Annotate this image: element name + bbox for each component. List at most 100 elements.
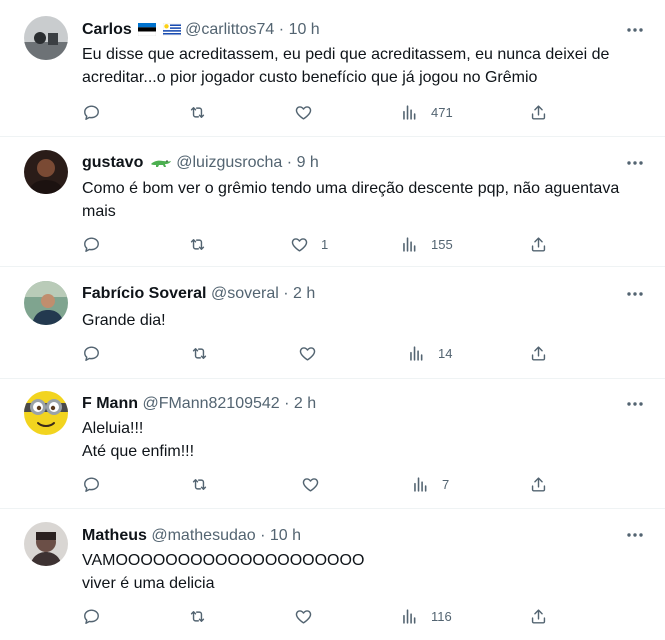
views-button[interactable]: 155 <box>400 234 453 254</box>
heart-icon <box>291 237 308 252</box>
views-chart-icon <box>410 345 423 361</box>
share-icon <box>531 104 546 120</box>
views-button[interactable]: 471 <box>400 102 453 122</box>
timestamp[interactable]: 2 h <box>293 285 315 302</box>
tweet[interactable]: Carlos @carlittos74 · 10 h Eu disse que … <box>0 0 665 137</box>
tweet-text-line: Aleluia!!! <box>82 420 144 437</box>
author-name[interactable]: F Mann <box>82 395 138 412</box>
avatar[interactable] <box>24 16 68 60</box>
retweet-button[interactable] <box>188 606 219 626</box>
author-handle[interactable]: @luizgusrocha <box>176 154 282 171</box>
tweet[interactable]: Matheus @mathesudao · 10 h VAMOOOOOOOOOO… <box>0 508 665 640</box>
avatar[interactable] <box>24 391 68 435</box>
reply-button[interactable] <box>82 606 113 626</box>
tweet-text: Aleluia!!! Até que enfim!!! <box>82 417 645 463</box>
timestamp[interactable]: 10 h <box>289 21 320 38</box>
tweet-actions: 471 <box>82 102 562 122</box>
retweet-button[interactable] <box>190 343 221 363</box>
tweet-actions: 7 <box>82 474 562 494</box>
tweet-text: VAMOOOOOOOOOOOOOOOOOOOO viver é uma deli… <box>82 549 645 595</box>
like-count: 1 <box>321 236 329 252</box>
tweet-text-line: mais <box>82 203 116 220</box>
share-button[interactable] <box>529 234 548 254</box>
author-name[interactable]: Fabrício Soveral <box>82 285 207 302</box>
more-options-icon[interactable] <box>625 525 645 545</box>
reply-icon <box>84 236 99 252</box>
retweet-icon <box>192 347 207 359</box>
author-handle[interactable]: @soveral <box>211 285 279 302</box>
views-button[interactable]: 7 <box>411 474 449 494</box>
author-name[interactable]: Matheus <box>82 527 147 544</box>
share-icon <box>531 236 546 252</box>
reply-button[interactable] <box>82 474 113 494</box>
retweet-icon <box>190 106 205 118</box>
timestamp[interactable]: 10 h <box>270 527 301 544</box>
crocodile-icon <box>150 155 172 175</box>
flag-estonia-icon <box>138 22 157 42</box>
reply-button[interactable] <box>82 102 113 122</box>
more-options-icon[interactable] <box>625 20 645 40</box>
tweet-text: Eu disse que acreditassem, eu pedi que a… <box>82 43 645 89</box>
tweet-text-line: Eu disse que acreditassem, eu pedi que a… <box>82 46 610 63</box>
separator-dot: · <box>284 395 290 412</box>
retweet-button[interactable] <box>188 234 219 254</box>
more-options-icon[interactable] <box>625 153 645 173</box>
tweet[interactable]: Fabrício Soveral @soveral · 2 h Grande d… <box>0 266 665 379</box>
tweet-text-line: Como é bom ver o grêmio tendo uma direçã… <box>82 180 620 197</box>
like-button[interactable] <box>301 474 332 494</box>
share-button[interactable] <box>529 102 548 122</box>
retweet-button[interactable] <box>190 474 221 494</box>
author-name[interactable]: gustavo <box>82 154 143 171</box>
more-options-icon[interactable] <box>625 394 645 414</box>
more-options-icon[interactable] <box>625 284 645 304</box>
views-count: 155 <box>431 236 453 252</box>
reply-button[interactable] <box>82 343 113 363</box>
share-icon <box>531 608 546 624</box>
heart-icon <box>302 477 319 492</box>
avatar[interactable] <box>24 522 68 566</box>
tweet-text-line: Até que enfim!!! <box>82 443 195 460</box>
tweet-text: Grande dia! <box>82 309 645 332</box>
retweet-icon <box>192 478 207 490</box>
views-chart-icon <box>414 476 427 492</box>
views-chart-icon <box>403 236 416 252</box>
share-button[interactable] <box>529 474 548 494</box>
like-button[interactable] <box>298 343 329 363</box>
views-count: 14 <box>438 345 453 361</box>
like-button[interactable] <box>294 102 325 122</box>
author-name[interactable]: Carlos <box>82 21 132 38</box>
separator-dot: · <box>278 21 285 38</box>
like-button[interactable]: 1 <box>290 234 328 254</box>
like-button[interactable] <box>294 606 325 626</box>
avatar[interactable] <box>24 150 68 194</box>
retweet-icon <box>190 610 205 622</box>
reply-icon <box>84 476 99 492</box>
tweet[interactable]: F Mann @FMann82109542 · 2 h Aleluia!!! A… <box>0 378 665 509</box>
author-handle[interactable]: @mathesudao <box>151 527 255 544</box>
reply-button[interactable] <box>82 234 113 254</box>
share-button[interactable] <box>529 606 548 626</box>
views-count: 7 <box>442 476 450 492</box>
tweet-text-line: acreditar...o pior jogador custo benefíc… <box>82 69 538 86</box>
reply-feed: Carlos @carlittos74 · 10 h Eu disse que … <box>0 0 665 640</box>
heart-icon <box>295 105 312 120</box>
timestamp[interactable]: 2 h <box>294 395 316 412</box>
avatar[interactable] <box>24 281 68 325</box>
views-count: 116 <box>431 608 452 624</box>
views-chart-icon <box>403 608 416 624</box>
author-handle[interactable]: @FMann82109542 <box>142 395 279 412</box>
timestamp[interactable]: 9 h <box>297 154 319 171</box>
separator-dot: · <box>260 527 266 544</box>
heart-icon <box>299 346 316 361</box>
share-icon <box>531 476 546 492</box>
tweet-header: gustavo @luizgusrocha · 9 h <box>82 153 319 173</box>
views-count: 471 <box>431 104 453 120</box>
reply-icon <box>84 104 99 120</box>
tweet-text-line: VAMOOOOOOOOOOOOOOOOOOOO <box>82 552 365 569</box>
views-button[interactable]: 14 <box>407 343 452 363</box>
retweet-button[interactable] <box>188 102 219 122</box>
share-button[interactable] <box>529 343 548 363</box>
author-handle[interactable]: @carlittos74 <box>185 21 274 38</box>
views-button[interactable]: 116 <box>400 606 452 626</box>
tweet[interactable]: gustavo @luizgusrocha · 9 h Como é bom v… <box>0 136 665 267</box>
